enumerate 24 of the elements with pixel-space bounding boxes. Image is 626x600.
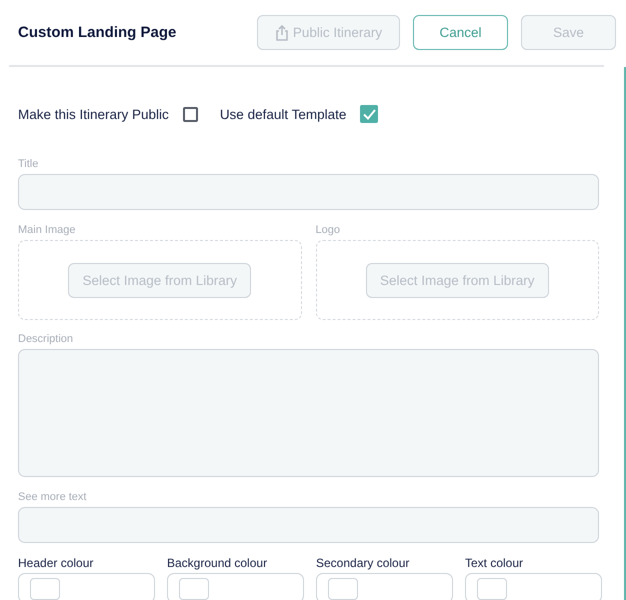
colour-field[interactable] xyxy=(18,573,155,600)
colour-swatch[interactable] xyxy=(477,578,507,600)
checkbox[interactable] xyxy=(182,106,198,122)
option-label: Make this Itinerary Public xyxy=(18,106,169,122)
page-title: Custom Landing Page xyxy=(18,24,176,41)
field-label: Header colour xyxy=(18,556,94,570)
colour-field[interactable] xyxy=(316,573,453,600)
colour-swatch[interactable] xyxy=(30,578,60,600)
colour-swatch[interactable] xyxy=(328,578,358,600)
field-label: See more text xyxy=(18,490,88,504)
field-label: Background colour xyxy=(167,556,268,570)
field-label: Text colour xyxy=(465,556,524,570)
field-label: Description xyxy=(18,332,74,346)
cancel-button[interactable]: Cancel xyxy=(413,15,508,50)
field-label: Logo xyxy=(316,223,341,237)
field-label: Secondary colour xyxy=(316,556,410,570)
field-label: Main Image xyxy=(18,223,76,237)
checkbox[interactable] xyxy=(360,105,378,123)
colour-field[interactable] xyxy=(167,573,304,600)
colour-field[interactable] xyxy=(465,573,602,600)
field-label: Title xyxy=(18,157,40,171)
colour-swatch[interactable] xyxy=(179,578,209,600)
option-label: Use default Template xyxy=(220,106,346,122)
share-icon xyxy=(274,24,289,40)
